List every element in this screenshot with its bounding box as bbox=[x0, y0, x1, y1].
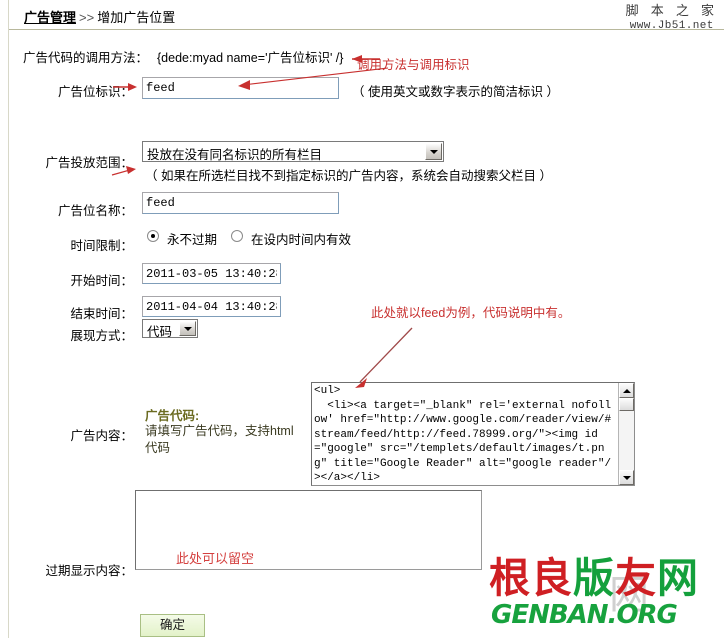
ad-tag-hint: （ 使用英文或数字表示的简洁标识 ） bbox=[352, 85, 559, 99]
breadcrumb-current: 增加广告位置 bbox=[97, 10, 176, 25]
ad-content-scrollbar[interactable] bbox=[618, 383, 634, 485]
scroll-up-arrow-icon[interactable] bbox=[619, 383, 634, 398]
scrollbar-thumb[interactable] bbox=[619, 398, 634, 411]
end-time-label: 结束时间： bbox=[70, 307, 133, 321]
scroll-down-arrow-icon[interactable] bbox=[619, 470, 634, 485]
start-time-label: 开始时间： bbox=[70, 274, 133, 288]
ad-code-title: 广告代码: bbox=[145, 409, 200, 423]
radio-time-range-label[interactable]: 在设内时间内有效 bbox=[251, 229, 351, 248]
expired-content-textarea[interactable] bbox=[135, 490, 482, 570]
submit-button[interactable]: 确定 bbox=[140, 614, 205, 637]
ad-code-desc: 请填写广告代码，支持html代码 bbox=[145, 424, 294, 455]
display-mode-select-value: 代码 bbox=[147, 325, 173, 339]
breadcrumb-bar: 广告管理 >> 增加广告位置 bbox=[9, 0, 724, 30]
arrow-down-glyph bbox=[622, 475, 631, 480]
ad-scope-hint: （ 如果在所选栏目找不到指定标识的广告内容，系统会自动搜索父栏目 ） bbox=[145, 169, 552, 183]
radio-never-expire[interactable] bbox=[147, 230, 159, 242]
start-time-input[interactable] bbox=[142, 263, 281, 284]
ad-content-text[interactable]: <ul> <li><a target="_blank" rel='externa… bbox=[314, 384, 616, 484]
chevron-down-glyph-2 bbox=[183, 326, 192, 331]
ad-name-label: 广告位名称： bbox=[57, 204, 133, 218]
scrollbar-track[interactable] bbox=[619, 411, 634, 470]
ad-position-add-page: 广告管理 >> 增加广告位置 脚 本 之 家 www.Jb51.net 广告代码的调… bbox=[0, 0, 724, 638]
call-method-label: 广告代码的调用方法： bbox=[23, 51, 149, 65]
chevron-down-icon-2[interactable] bbox=[179, 321, 196, 336]
ad-tag-label: 广告位标识： bbox=[57, 85, 133, 99]
expired-content-text[interactable] bbox=[140, 493, 477, 567]
expired-content-label: 过期显示内容： bbox=[45, 564, 133, 578]
chevron-down-icon[interactable] bbox=[425, 143, 442, 160]
call-method-value: {dede:myad name='广告位标识' /} bbox=[157, 51, 344, 65]
ad-scope-select-value: 投放在没有同名标识的所有栏目 bbox=[147, 148, 323, 162]
arrow-up-glyph bbox=[622, 388, 631, 393]
ad-scope-select[interactable]: 投放在没有同名标识的所有栏目 bbox=[142, 141, 444, 162]
ad-content-textarea[interactable]: <ul> <li><a target="_blank" rel='externa… bbox=[311, 382, 635, 486]
display-mode-select[interactable]: 代码 bbox=[142, 319, 198, 339]
ad-content-label: 广告内容： bbox=[70, 429, 133, 443]
breadcrumb: 广告管理 >> 增加广告位置 bbox=[24, 7, 175, 26]
end-time-input[interactable] bbox=[142, 296, 281, 317]
time-limit-label: 时间限制： bbox=[70, 239, 133, 253]
breadcrumb-root-link[interactable]: 广告管理 bbox=[24, 10, 76, 25]
ad-scope-label: 广告投放范围： bbox=[45, 156, 133, 170]
display-mode-label: 展现方式： bbox=[70, 329, 133, 343]
breadcrumb-separator: >> bbox=[79, 10, 95, 25]
ad-name-input[interactable] bbox=[142, 192, 339, 214]
ad-tag-input[interactable] bbox=[142, 77, 339, 99]
chevron-down-glyph bbox=[429, 149, 438, 154]
radio-never-expire-label[interactable]: 永不过期 bbox=[167, 229, 217, 248]
ad-form: 广告代码的调用方法： {dede:myad name='广告位标识' /} 广告… bbox=[9, 31, 724, 638]
radio-time-range[interactable] bbox=[231, 230, 243, 242]
